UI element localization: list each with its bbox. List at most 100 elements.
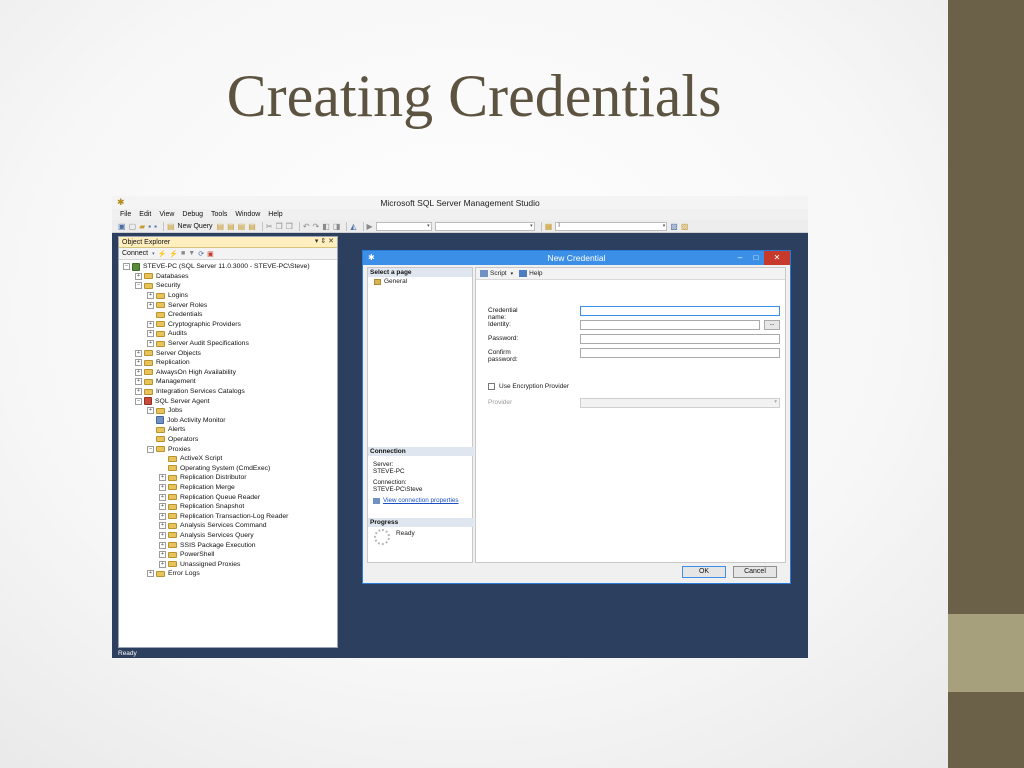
save-icon[interactable]: ▪: [148, 222, 151, 231]
tree-node-error-logs[interactable]: + Error Logs: [119, 569, 337, 579]
tree-node-replication-queue-reader[interactable]: + Replication Queue Reader: [119, 492, 337, 502]
tree-node-server-objects[interactable]: + Server Objects: [119, 348, 337, 358]
connect-button[interactable]: Connect: [122, 250, 148, 257]
copy-icon[interactable]: ❐: [276, 222, 283, 231]
tree-node-alerts[interactable]: Alerts: [119, 425, 337, 435]
ok-button[interactable]: OK: [682, 566, 726, 578]
tree-node-audits[interactable]: + Audits: [119, 329, 337, 339]
find-in-files-icon[interactable]: ▦: [545, 222, 553, 231]
navigate-backward-icon[interactable]: ◧: [322, 222, 330, 231]
tree-node-logins[interactable]: + Logins: [119, 291, 337, 301]
paste-icon[interactable]: ❐: [286, 222, 293, 231]
database-engine-query-icon[interactable]: ▤: [217, 222, 225, 231]
use-encryption-provider-checkbox[interactable]: [488, 383, 495, 390]
navigate-forward-icon[interactable]: ◨: [333, 222, 341, 231]
menu-debug[interactable]: Debug: [182, 211, 203, 218]
page-item-general[interactable]: General: [368, 277, 472, 286]
tree-node-analysis-services-query[interactable]: + Analysis Services Query: [119, 531, 337, 541]
new-project-icon[interactable]: ▣: [118, 222, 126, 231]
expand-icon[interactable]: +: [159, 483, 166, 491]
expand-icon[interactable]: +: [135, 368, 142, 376]
script-button[interactable]: Script: [490, 270, 507, 277]
maximize-icon[interactable]: □: [748, 251, 764, 265]
collapse-icon[interactable]: −: [123, 263, 130, 271]
filter-icon[interactable]: ▼: [188, 250, 195, 257]
debug-icon[interactable]: ◭: [350, 222, 356, 231]
cut-icon[interactable]: ✂: [266, 222, 273, 231]
tree-node-server-audit-specifications[interactable]: + Server Audit Specifications: [119, 339, 337, 349]
chevron-down-icon[interactable]: ▾: [152, 251, 155, 257]
tree-node-replication-transaction-log-reader[interactable]: + Replication Transaction-Log Reader: [119, 511, 337, 521]
tree-node-proxies[interactable]: − Proxies: [119, 444, 337, 454]
browse-identity-button[interactable]: ...: [764, 320, 780, 330]
undo-icon[interactable]: ↶: [303, 222, 310, 231]
tree-node-credentials[interactable]: Credentials: [119, 310, 337, 320]
solution-config-combo[interactable]: ▾: [375, 221, 432, 231]
expand-icon[interactable]: +: [159, 503, 166, 511]
tree-node-alwayson[interactable]: + AlwaysOn High Availability: [119, 368, 337, 378]
tree-node-cryptographic-providers[interactable]: + Cryptographic Providers: [119, 320, 337, 330]
menu-window[interactable]: Window: [235, 211, 260, 218]
menu-edit[interactable]: Edit: [139, 211, 151, 218]
collapse-icon[interactable]: −: [147, 445, 154, 453]
analysis-xmla-query-icon[interactable]: ▤: [248, 222, 256, 231]
expand-icon[interactable]: +: [135, 359, 142, 367]
menu-file[interactable]: File: [120, 211, 131, 218]
close-icon[interactable]: ✕: [764, 251, 790, 265]
menu-view[interactable]: View: [159, 211, 174, 218]
view-connection-properties-link[interactable]: View connection properties: [368, 497, 474, 504]
tree-node-unassigned-proxies[interactable]: + Unassigned Proxies: [119, 559, 337, 569]
collapse-icon[interactable]: −: [135, 397, 142, 405]
properties-icon[interactable]: ▧: [670, 222, 678, 231]
activity-monitor-icon[interactable]: ▣: [207, 250, 214, 258]
collapse-icon[interactable]: −: [135, 282, 142, 290]
database-combo[interactable]: ▾: [434, 221, 535, 231]
save-all-icon[interactable]: ▪: [154, 222, 157, 231]
expand-icon[interactable]: +: [147, 301, 154, 309]
expand-icon[interactable]: +: [147, 330, 154, 338]
tree-node-replication-distributor[interactable]: + Replication Distributor: [119, 473, 337, 483]
start-icon[interactable]: ▶: [367, 222, 373, 231]
help-button[interactable]: Help: [529, 270, 542, 277]
menu-help[interactable]: Help: [268, 211, 282, 218]
cancel-button[interactable]: Cancel: [733, 566, 777, 578]
expand-icon[interactable]: +: [159, 512, 166, 520]
expand-icon[interactable]: +: [135, 349, 142, 357]
tree-node-analysis-services-command[interactable]: + Analysis Services Command: [119, 521, 337, 531]
redo-icon[interactable]: ↷: [313, 222, 320, 231]
tree-node-operators[interactable]: Operators: [119, 435, 337, 445]
refresh-icon[interactable]: ⟳: [198, 250, 204, 258]
tree-node-operating-system[interactable]: Operating System (CmdExec): [119, 463, 337, 473]
tree-node-jobs[interactable]: + Jobs: [119, 406, 337, 416]
expand-icon[interactable]: +: [135, 378, 142, 386]
tree-node-sql-server-agent[interactable]: − SQL Server Agent: [119, 396, 337, 406]
credential-name-input[interactable]: [580, 306, 780, 316]
identity-input[interactable]: [580, 320, 760, 330]
analysis-mdx-query-icon[interactable]: ▤: [227, 222, 235, 231]
tree-node-management[interactable]: + Management: [119, 377, 337, 387]
disconnect-icon[interactable]: ⚡: [169, 250, 178, 258]
provider-select[interactable]: ▾: [580, 398, 780, 408]
tree-node-ssis-package-execution[interactable]: + SSIS Package Execution: [119, 540, 337, 550]
expand-icon[interactable]: +: [159, 560, 166, 568]
expand-icon[interactable]: +: [147, 407, 154, 415]
expand-icon[interactable]: +: [135, 388, 142, 396]
tree-node-replication-merge[interactable]: + Replication Merge: [119, 483, 337, 493]
expand-icon[interactable]: +: [147, 340, 154, 348]
analysis-dmx-query-icon[interactable]: ▤: [238, 222, 246, 231]
tree-node-server[interactable]: − STEVE-PC (SQL Server 11.0.3000 - STEVE…: [119, 262, 337, 272]
expand-icon[interactable]: +: [147, 292, 154, 300]
confirm-password-input[interactable]: [580, 348, 780, 358]
expand-icon[interactable]: +: [159, 551, 166, 559]
tree-node-replication[interactable]: + Replication: [119, 358, 337, 368]
tree-node-databases[interactable]: + Databases: [119, 272, 337, 282]
chevron-down-icon[interactable]: ▾: [511, 271, 514, 277]
stop-icon[interactable]: ■: [181, 250, 185, 257]
open-file-icon[interactable]: ▰: [139, 222, 145, 231]
minimize-icon[interactable]: –: [732, 251, 748, 265]
menu-tools[interactable]: Tools: [211, 211, 227, 218]
expand-icon[interactable]: +: [159, 493, 166, 501]
add-item-icon[interactable]: ▢: [129, 222, 137, 231]
tree-node-security[interactable]: − Security: [119, 281, 337, 291]
tree-node-replication-snapshot[interactable]: + Replication Snapshot: [119, 502, 337, 512]
